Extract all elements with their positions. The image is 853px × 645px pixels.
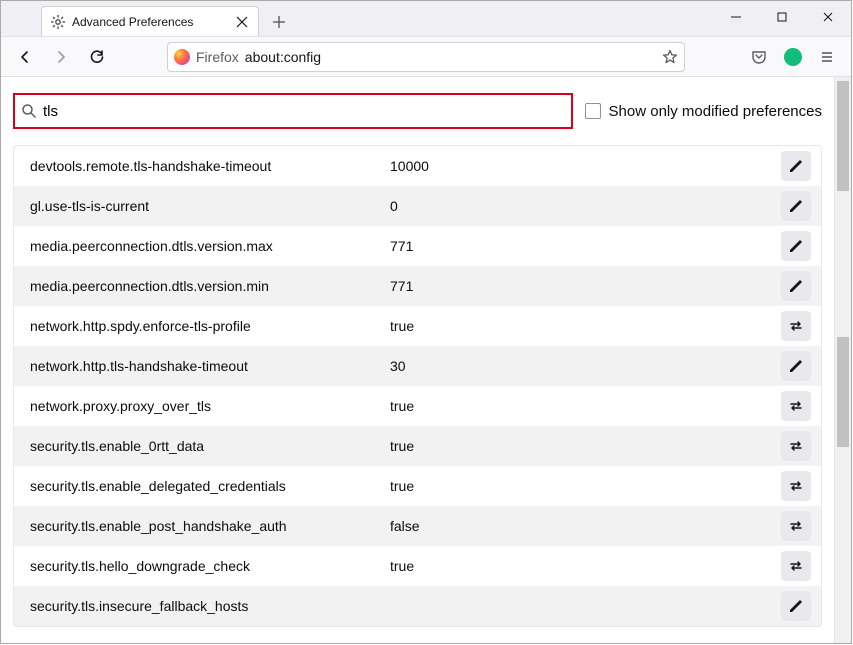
app-menu-button[interactable] [811,41,843,73]
pref-edit-button[interactable] [781,231,811,261]
pref-name[interactable]: devtools.remote.tls-handshake-timeout [30,158,378,174]
pref-name[interactable]: network.http.tls-handshake-timeout [30,358,378,374]
pref-name[interactable]: gl.use-tls-is-current [30,198,378,214]
pref-name[interactable]: media.peerconnection.dtls.version.min [30,278,378,294]
pref-row: security.tls.enable_post_handshake_auth f… [14,506,821,546]
pref-toggle-button[interactable] [781,391,811,421]
forward-button[interactable] [45,41,77,73]
pref-value[interactable]: true [390,558,769,574]
pref-value[interactable]: 30 [390,358,769,374]
scroll-thumb[interactable] [837,81,849,191]
gear-icon [50,14,66,30]
content-frame: Show only modified preferences devtools.… [1,77,851,643]
pref-value[interactable]: true [390,438,769,454]
window-minimize-button[interactable] [713,1,759,33]
reload-button[interactable] [81,41,113,73]
url-protocol-label: Firefox [196,49,239,65]
pref-row: devtools.remote.tls-handshake-timeout 100… [14,146,821,186]
toggle-icon [788,478,804,494]
pencil-icon [788,158,804,174]
titlebar: Advanced Preferences [1,1,851,37]
bookmark-star-icon[interactable] [662,49,678,65]
prefs-table: devtools.remote.tls-handshake-timeout 100… [13,145,822,627]
tabstrip: Advanced Preferences [1,1,293,36]
pref-row: media.peerconnection.dtls.version.max 771 [14,226,821,266]
close-tab-icon[interactable] [234,14,250,30]
pref-name[interactable]: security.tls.enable_post_handshake_auth [30,518,378,534]
pref-value[interactable]: true [390,318,769,334]
pref-name[interactable]: security.tls.insecure_fallback_hosts [30,598,378,614]
pref-toggle-button[interactable] [781,471,811,501]
pref-value[interactable]: false [390,518,769,534]
toggle-icon [788,438,804,454]
pref-value[interactable]: 0 [390,198,769,214]
checkbox-icon [585,103,601,119]
pref-value[interactable]: true [390,398,769,414]
pref-toggle-button[interactable] [781,551,811,581]
show-modified-checkbox[interactable]: Show only modified preferences [585,103,822,120]
pref-search-box [13,93,573,129]
pref-edit-button[interactable] [781,351,811,381]
url-bar[interactable]: Firefox about:config [167,42,685,72]
pref-value[interactable]: 771 [390,278,769,294]
back-button[interactable] [9,41,41,73]
pref-row: security.tls.hello_downgrade_check true [14,546,821,586]
pref-row: network.proxy.proxy_over_tls true [14,386,821,426]
pref-name[interactable]: network.proxy.proxy_over_tls [30,398,378,414]
window-close-button[interactable] [805,1,851,33]
toggle-icon [788,558,804,574]
pencil-icon [788,358,804,374]
pref-toggle-button[interactable] [781,431,811,461]
pref-name[interactable]: media.peerconnection.dtls.version.max [30,238,378,254]
toggle-icon [788,398,804,414]
scroll-thumb[interactable] [837,337,849,447]
pref-name[interactable]: security.tls.enable_0rtt_data [30,438,378,454]
pencil-icon [788,198,804,214]
pref-edit-button[interactable] [781,191,811,221]
search-row: Show only modified preferences [13,93,822,129]
pref-toggle-button[interactable] [781,311,811,341]
pref-name[interactable]: network.http.spdy.enforce-tls-profile [30,318,378,334]
toggle-icon [788,318,804,334]
pref-row: security.tls.enable_0rtt_data true [14,426,821,466]
toggle-icon [788,518,804,534]
pocket-button[interactable] [743,41,775,73]
vertical-scrollbar[interactable] [834,77,851,643]
pref-row: security.tls.insecure_fallback_hosts [14,586,821,626]
pref-edit-button[interactable] [781,591,811,621]
pref-toggle-button[interactable] [781,511,811,541]
pref-row: network.http.spdy.enforce-tls-profile tru… [14,306,821,346]
show-modified-label: Show only modified preferences [609,103,822,120]
pencil-icon [788,238,804,254]
pref-edit-button[interactable] [781,151,811,181]
search-icon [21,103,37,119]
pref-edit-button[interactable] [781,271,811,301]
window-maximize-button[interactable] [759,1,805,33]
pref-search-input[interactable] [41,102,567,121]
pref-row: security.tls.enable_delegated_credential… [14,466,821,506]
pref-name[interactable]: security.tls.enable_delegated_credential… [30,478,378,494]
pref-row: network.http.tls-handshake-timeout 30 [14,346,821,386]
pref-row: media.peerconnection.dtls.version.min 771 [14,266,821,306]
window-controls [713,1,851,33]
firefox-icon [174,49,190,65]
pencil-icon [788,598,804,614]
nav-toolbar: Firefox about:config [1,37,851,77]
pref-name[interactable]: security.tls.hello_downgrade_check [30,558,378,574]
pencil-icon [788,278,804,294]
url-address: about:config [245,49,656,65]
extension-grammarly-icon[interactable] [777,41,809,73]
pref-value[interactable]: 771 [390,238,769,254]
browser-window: Advanced Preferences Firefox about:confi… [0,0,852,644]
page-content: Show only modified preferences devtools.… [1,77,834,643]
pref-value[interactable]: 10000 [390,158,769,174]
pref-row: gl.use-tls-is-current 0 [14,186,821,226]
new-tab-button[interactable] [265,8,293,36]
tab-title: Advanced Preferences [72,15,228,29]
pref-value[interactable]: true [390,478,769,494]
browser-tab[interactable]: Advanced Preferences [41,6,259,36]
